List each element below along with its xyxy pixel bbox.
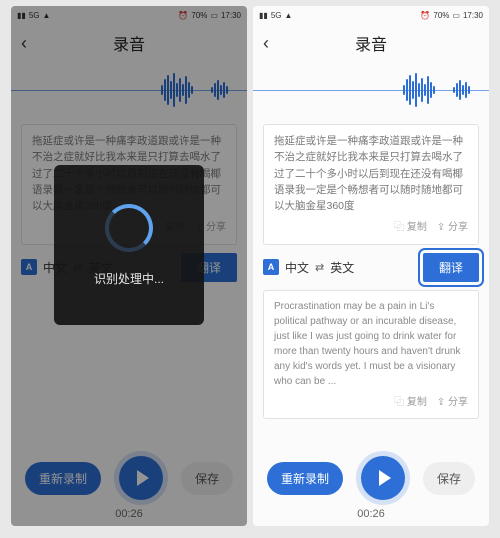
status-bar: ▮▮ 5G ▲ ⏰ 70% ▭ 17:30 bbox=[11, 6, 247, 24]
waveform-icon bbox=[403, 70, 435, 110]
back-button[interactable]: ‹ bbox=[263, 33, 269, 54]
app-header: ‹ 录音 bbox=[253, 24, 489, 62]
translation-text: Procrastination may be a pain in Li's po… bbox=[274, 299, 468, 389]
back-button[interactable]: ‹ bbox=[21, 33, 27, 54]
phone-screen-result: ▮▮ 5G ▲ ⏰ 70% ▭ 17:30 ‹ 录音 拖延症或许是一种痛李政道跟… bbox=[253, 6, 489, 526]
translation-card[interactable]: Procrastination may be a pain in Li's po… bbox=[263, 290, 479, 419]
wifi-icon: ▲ bbox=[284, 11, 292, 20]
dst-language[interactable]: 英文 bbox=[330, 259, 354, 276]
language-row: A 中文 ⇄ 英文 翻译 bbox=[263, 253, 479, 282]
play-button[interactable] bbox=[119, 456, 163, 500]
battery-percent: 70% bbox=[433, 11, 449, 20]
bottom-bar: 重新录制 保存 00:26 bbox=[11, 446, 247, 526]
waveform-area[interactable] bbox=[11, 62, 247, 118]
page-title: 录音 bbox=[253, 31, 489, 55]
play-icon bbox=[379, 470, 391, 486]
waveform-icon bbox=[211, 70, 228, 110]
save-button[interactable]: 保存 bbox=[423, 462, 475, 495]
save-button[interactable]: 保存 bbox=[181, 462, 233, 495]
phone-screen-processing: ▮▮ 5G ▲ ⏰ 70% ▭ 17:30 ‹ 录音 拖延症或许是一种痛李政道跟… bbox=[11, 6, 247, 526]
waveform-icon bbox=[453, 70, 470, 110]
waveform-area[interactable] bbox=[253, 62, 489, 118]
share-button[interactable]: ⇪ 分享 bbox=[437, 220, 468, 236]
alarm-icon: ⏰ bbox=[420, 11, 430, 20]
clock-time: 17:30 bbox=[221, 11, 241, 20]
rerecord-button[interactable]: 重新录制 bbox=[267, 462, 343, 495]
battery-icon: ▭ bbox=[452, 11, 460, 20]
status-bar: ▮▮ 5G ▲ ⏰ 70% ▭ 17:30 bbox=[253, 6, 489, 24]
alarm-icon: ⏰ bbox=[178, 11, 188, 20]
playback-time: 00:26 bbox=[357, 508, 385, 520]
playback-time: 00:26 bbox=[115, 508, 143, 520]
swap-icon[interactable]: ⇄ bbox=[315, 261, 324, 274]
processing-modal: 识别处理中... bbox=[54, 165, 204, 325]
battery-icon: ▭ bbox=[210, 11, 218, 20]
spinner-icon bbox=[105, 204, 153, 252]
translate-badge-icon: A bbox=[21, 259, 37, 275]
app-header: ‹ 录音 bbox=[11, 24, 247, 62]
share-button[interactable]: ⇪ 分享 bbox=[437, 395, 468, 410]
src-language[interactable]: 中文 bbox=[285, 259, 309, 276]
battery-percent: 70% bbox=[191, 11, 207, 20]
network-label: 5G bbox=[29, 11, 40, 20]
copy-button[interactable]: ⿻ 复制 bbox=[394, 220, 427, 236]
wifi-icon: ▲ bbox=[42, 11, 50, 20]
signal-icon: ▮▮ bbox=[17, 11, 26, 20]
waveform-icon bbox=[161, 70, 193, 110]
network-label: 5G bbox=[271, 11, 282, 20]
transcription-card[interactable]: 拖延症或许是一种痛李政道跟或许是一种不治之症就好比我本来是只打算去喝水了过了二十… bbox=[263, 124, 479, 245]
play-button[interactable] bbox=[361, 456, 405, 500]
copy-button[interactable]: ⿻ 复制 bbox=[394, 395, 427, 410]
bottom-bar: 重新录制 保存 00:26 bbox=[253, 446, 489, 526]
play-icon bbox=[137, 470, 149, 486]
rerecord-button[interactable]: 重新录制 bbox=[25, 462, 101, 495]
page-title: 录音 bbox=[11, 31, 247, 55]
clock-time: 17:30 bbox=[463, 11, 483, 20]
processing-label: 识别处理中... bbox=[94, 270, 164, 287]
translate-button[interactable]: 翻译 bbox=[423, 253, 479, 282]
signal-icon: ▮▮ bbox=[259, 11, 268, 20]
translate-badge-icon: A bbox=[263, 259, 279, 275]
transcription-text: 拖延症或许是一种痛李政道跟或许是一种不治之症就好比我本来是只打算去喝水了过了二十… bbox=[274, 133, 468, 214]
